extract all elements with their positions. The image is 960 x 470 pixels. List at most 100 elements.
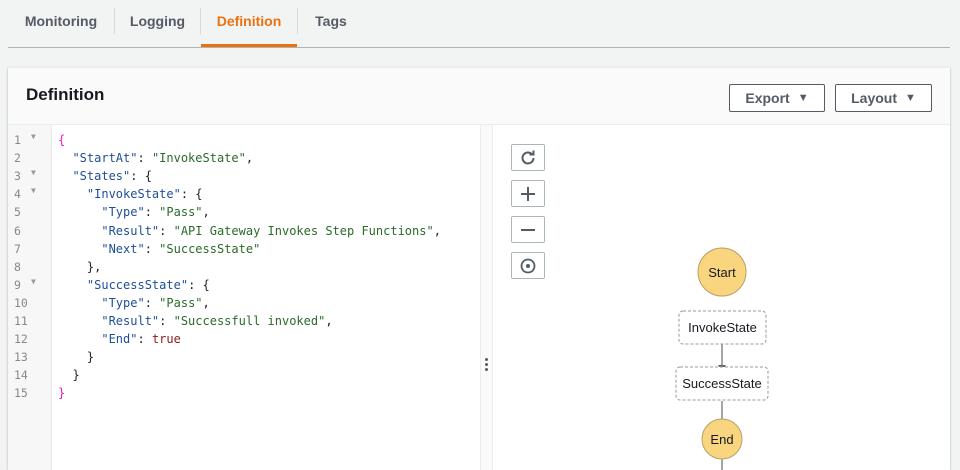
code-token-punc: , [434,224,441,238]
code-token-str: "SuccessState" [159,242,260,256]
code-token-str: "InvokeState" [152,151,246,165]
code-line: "States": { [58,167,152,185]
code-token-key: "States" [72,169,130,183]
code-token-brace: } [58,386,65,400]
line-number: 11 [8,312,52,330]
code-line: } [58,384,65,402]
definition-panel: Definition Export ▼ Layout ▼ 1▼23▼4▼5678… [8,67,950,470]
line-number: 15 [8,384,52,402]
line-number: 1 [8,131,52,149]
code-token-punc [58,224,101,238]
code-line: "Type": "Pass", [58,203,210,221]
state-label: SuccessState [682,376,762,391]
state-node-invokestate[interactable]: InvokeState [679,311,766,344]
code-token-str: "Successfull invoked" [174,314,326,328]
code-line: } [58,348,94,366]
code-token-punc: : [159,314,173,328]
code-token-punc: : [137,332,151,346]
code-token-punc [58,278,87,292]
code-line: "Next": "SuccessState" [58,240,260,258]
line-number: 12 [8,330,52,348]
code-token-punc: : { [130,169,152,183]
line-number: 13 [8,348,52,366]
code-token-punc: } [58,350,94,364]
code-token-str: "Pass" [159,296,202,310]
fold-toggle-icon[interactable]: ▼ [31,132,36,141]
line-number-gutter: 1▼23▼4▼56789▼101112131415 [8,125,52,470]
fold-toggle-icon[interactable]: ▼ [31,277,36,286]
fold-toggle-icon[interactable]: ▼ [31,168,36,177]
code-token-punc [58,151,72,165]
code-token-punc: }, [58,260,101,274]
code-line: "SuccessState": { [58,276,210,294]
code-token-punc: : [137,151,151,165]
code-token-str: "API Gateway Invokes Step Functions" [174,224,434,238]
code-token-punc: : { [188,278,210,292]
line-number: 4 [8,185,52,203]
code-line: }, [58,258,101,276]
code-token-key: "Result" [101,314,159,328]
code-token-punc: , [325,314,332,328]
code-token-punc [58,314,101,328]
code-token-key: "Type" [101,205,144,219]
end-node[interactable]: End [702,419,742,459]
code-line: "StartAt": "InvokeState", [58,149,253,167]
fold-toggle-icon[interactable]: ▼ [31,186,36,195]
code-token-key: "StartAt" [72,151,137,165]
layout-button[interactable]: Layout ▼ [835,84,932,112]
code-line: "Type": "Pass", [58,294,210,312]
code-token-key: "Result" [101,224,159,238]
workflow-graph[interactable]: Start InvokeState SuccessState End [493,125,950,470]
code-token-key: "Next" [101,242,144,256]
code-line: { [58,131,65,149]
code-token-punc [58,242,101,256]
pane-resize-handle[interactable] [480,125,493,470]
code-token-punc [58,205,101,219]
code-token-punc: : [145,296,159,310]
code-line: "Result": "API Gateway Invokes Step Func… [58,222,441,240]
caret-down-icon: ▼ [905,92,916,104]
code-token-punc: : [145,205,159,219]
layout-label: Layout [851,90,897,106]
code-token-punc [58,332,101,346]
code-token-key: "Type" [101,296,144,310]
start-label: Start [708,265,736,280]
code-token-punc: : [159,224,173,238]
code-token-punc: } [58,368,80,382]
code-token-key: "SuccessState" [87,278,188,292]
line-number: 10 [8,294,52,312]
line-number: 9 [8,276,52,294]
tab-tags[interactable]: Tags [298,0,364,47]
export-button[interactable]: Export ▼ [729,84,825,112]
line-number: 2 [8,149,52,167]
code-editor[interactable]: 1▼23▼4▼56789▼101112131415 { "StartAt": "… [8,125,480,470]
state-machine-diagram: Start InvokeState SuccessState End [493,125,950,470]
line-number: 7 [8,240,52,258]
drag-handle-icon [485,358,489,373]
code-token-key: "End" [101,332,137,346]
line-number: 14 [8,366,52,384]
code-token-punc: : { [181,187,203,201]
tab-definition[interactable]: Definition [201,0,297,47]
code-line: } [58,366,80,384]
code-line: "End": true [58,330,181,348]
line-number: 8 [8,258,52,276]
tab-monitoring[interactable]: Monitoring [8,0,114,47]
state-label: InvokeState [688,320,757,335]
code-token-punc [58,187,87,201]
tab-logging[interactable]: Logging [115,0,200,47]
code-token-punc [58,169,72,183]
panel-header: Definition Export ▼ Layout ▼ [8,68,950,125]
line-number: 5 [8,203,52,221]
code-token-punc: , [203,296,210,310]
state-node-successstate[interactable]: SuccessState [676,367,768,400]
tab-bar: Monitoring Logging Definition Tags [8,0,950,48]
end-label: End [710,432,733,447]
line-number: 3 [8,167,52,185]
start-node[interactable]: Start [698,248,746,296]
code-line: "Result": "Successfull invoked", [58,312,333,330]
code-token-bool: true [152,332,181,346]
code-token-punc: : [145,242,159,256]
code-token-punc: , [203,205,210,219]
code-token-str: "Pass" [159,205,202,219]
